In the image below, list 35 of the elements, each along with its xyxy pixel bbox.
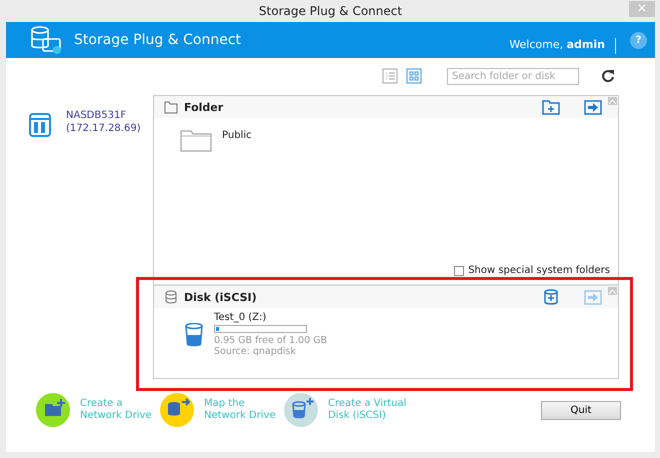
map-action-link[interactable]: Map the Network Drive — [204, 398, 276, 422]
disk-capacity: 0.95 GB free of 1.00 GB — [214, 335, 328, 346]
folder-icon — [180, 128, 212, 152]
import-folder-icon[interactable] — [584, 99, 602, 115]
checkbox-label: Show special system folders — [468, 265, 610, 276]
close-button[interactable]: × — [629, 1, 655, 17]
refresh-icon[interactable] — [601, 69, 615, 83]
list-view-button[interactable] — [381, 67, 399, 85]
device-address: (172.17.28.69) — [66, 122, 141, 135]
window-title: Storage Plug & Connect — [258, 4, 402, 18]
disk-icon — [184, 322, 204, 346]
checkbox[interactable] — [454, 266, 464, 276]
help-button[interactable]: ? — [630, 32, 647, 48]
welcome-text: Welcome, admin — [509, 38, 605, 50]
section-title: Disk (iSCSI) — [184, 290, 257, 304]
database-icon — [164, 290, 178, 304]
app-title: Storage Plug & Connect — [74, 32, 242, 48]
new-folder-icon[interactable] — [542, 99, 560, 115]
database-folder-icon — [30, 25, 64, 55]
disk-name[interactable]: Test_0 (Z:) — [214, 312, 328, 324]
virtual-action-icon[interactable] — [284, 393, 318, 427]
disk-source: Source: qnapdisk — [214, 346, 297, 357]
map-action-icon[interactable] — [160, 393, 194, 427]
virtual-action-link[interactable]: Create a Virtual Disk (iSCSI) — [328, 398, 406, 422]
nas-device-icon — [28, 111, 52, 137]
add-disk-icon[interactable] — [542, 289, 560, 305]
create-action-link[interactable]: Create a Network Drive — [80, 398, 152, 422]
grid-view-button[interactable] — [405, 67, 423, 85]
folder-name[interactable]: Public — [222, 130, 252, 141]
search-field[interactable]: Search folder or disk — [447, 68, 579, 84]
create-action-icon[interactable] — [36, 393, 70, 427]
device-name[interactable]: NASDB531F — [66, 109, 141, 122]
section-title: Folder — [184, 100, 224, 114]
quit-button[interactable]: Quit — [541, 400, 621, 420]
folder-icon — [164, 100, 178, 114]
